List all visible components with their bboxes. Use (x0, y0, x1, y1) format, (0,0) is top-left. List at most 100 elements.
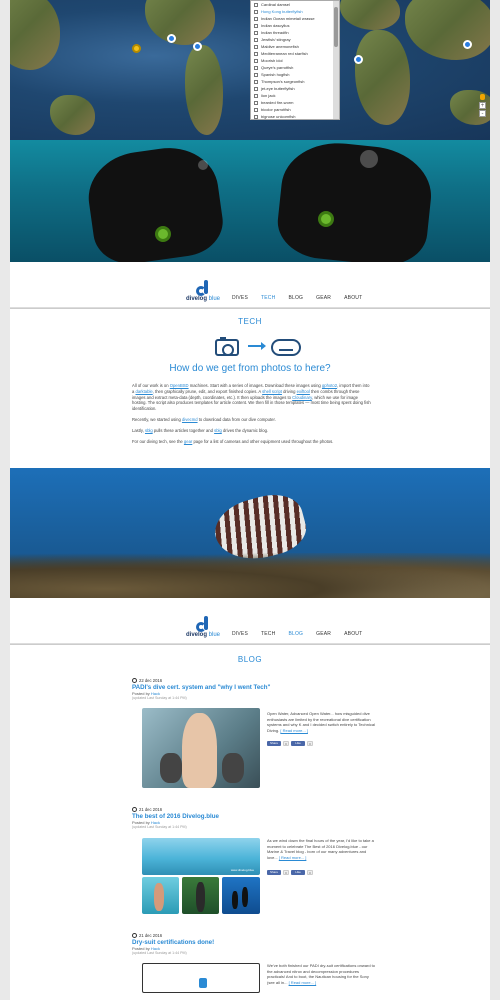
fb-share-button[interactable]: Share (267, 870, 281, 875)
checkbox[interactable] (254, 93, 258, 98)
post-thumb[interactable] (142, 877, 179, 914)
map-marker[interactable] (193, 42, 202, 51)
post-image[interactable] (142, 963, 260, 993)
fb-share-button[interactable]: Share (267, 741, 281, 746)
checkbox[interactable] (254, 100, 258, 105)
link-openbsd[interactable]: OpenBSD (170, 383, 189, 388)
checkbox[interactable] (254, 51, 258, 56)
checkbox[interactable] (254, 79, 258, 84)
link-exiftool[interactable]: exiftool (297, 389, 310, 394)
link-shell-script[interactable]: shell script (262, 389, 282, 394)
nav-gear[interactable]: GEAR (316, 295, 331, 301)
link-gphoto2[interactable]: gphoto2 (322, 383, 337, 388)
species-list-item[interactable]: Moorish idol (251, 57, 339, 64)
post-image-banner[interactable]: www.divelog.blue (142, 838, 260, 875)
nav-dives[interactable]: DIVES (232, 631, 248, 637)
post-title-link[interactable]: PADI's dive cert. system and "why I went… (132, 684, 372, 691)
species-list-item[interactable]: Hong Kong butterflyfish (251, 8, 339, 15)
hero-photo-lionfish (10, 468, 490, 598)
checkbox[interactable] (254, 23, 258, 28)
map-land-south-america (185, 45, 223, 135)
site-logo[interactable]: divelog blue (183, 280, 223, 302)
post-thumb[interactable] (222, 877, 260, 914)
nav-links: DIVES TECH BLOG GEAR ABOUT (232, 295, 375, 301)
map-marker[interactable] (463, 40, 472, 49)
nav-dives[interactable]: DIVES (232, 295, 248, 301)
nav-about[interactable]: ABOUT (344, 631, 362, 637)
species-label: lion jack (261, 93, 276, 98)
checkbox[interactable] (254, 65, 258, 70)
link-cloudinary[interactable]: Cloudinary (292, 395, 312, 400)
post-title-link[interactable]: The best of 2016 Divelog.blue (132, 813, 372, 820)
hero-photo-divers (10, 140, 490, 262)
species-list-item[interactable]: bicolor parrotfish (251, 106, 339, 113)
checkbox[interactable] (254, 2, 258, 7)
map-marker[interactable] (132, 44, 141, 53)
clock-icon (132, 807, 137, 812)
species-list-item[interactable]: bignose unicornfish (251, 113, 339, 119)
map-land-north-america (145, 0, 215, 45)
checkbox[interactable] (254, 30, 258, 35)
zoom-in-button[interactable]: + (479, 102, 486, 109)
species-label: Maldive anemonefish (261, 44, 299, 49)
site-logo[interactable]: divelog blue (183, 616, 223, 638)
blog-title: BLOG (237, 655, 263, 664)
species-list-item[interactable]: jet-eye butterflyfish (251, 85, 339, 92)
species-list-item[interactable]: Indian threadfin (251, 29, 339, 36)
post-thumb[interactable] (182, 877, 219, 914)
checkbox[interactable] (254, 107, 258, 112)
post-title-link[interactable]: Dry-suit certifications done! (132, 939, 372, 946)
nav-blog[interactable]: BLOG (288, 631, 303, 637)
nav-about[interactable]: ABOUT (344, 295, 362, 301)
fb-like-button[interactable]: Like (291, 870, 305, 875)
dive-map[interactable]: Cardinal damsel Hong Kong butterflyfish In… (10, 0, 490, 140)
map-marker[interactable] (167, 34, 176, 43)
species-list-item[interactable]: Cardinal damsel (251, 1, 339, 8)
checkbox[interactable] (254, 44, 258, 49)
species-list-item[interactable]: Spanish hogfish (251, 71, 339, 78)
diver-left (82, 141, 228, 262)
scrollbar[interactable] (333, 1, 339, 119)
map-marker[interactable] (354, 55, 363, 64)
person-figure (154, 883, 164, 911)
link-sblg-2[interactable]: sblg (214, 428, 222, 433)
link-divecmd[interactable]: divecmd (182, 417, 198, 422)
checkbox[interactable] (254, 58, 258, 63)
nav-blog[interactable]: BLOG (288, 295, 303, 301)
species-filter-panel[interactable]: Cardinal damsel Hong Kong butterflyfish In… (250, 0, 340, 120)
checkbox[interactable] (254, 16, 258, 21)
read-more-link[interactable]: [ Read more... ] (289, 980, 317, 985)
checkbox[interactable] (254, 114, 258, 119)
checkbox[interactable] (254, 9, 258, 14)
checkbox[interactable] (254, 72, 258, 77)
reef (10, 553, 490, 598)
species-list-item[interactable]: Indian dascyllus (251, 22, 339, 29)
species-list-item[interactable]: Mediterranean red starfish (251, 50, 339, 57)
species-list-item[interactable]: Thompson's surgeonfish (251, 78, 339, 85)
species-list-item[interactable]: bearded fire-worm (251, 99, 339, 106)
diver-figure (232, 891, 238, 909)
fb-like-button[interactable]: Like (291, 741, 305, 746)
link-sblg[interactable]: sblg (145, 428, 153, 433)
species-list-item[interactable]: Maldive anemonefish (251, 43, 339, 50)
diver-figure (242, 887, 248, 907)
species-list-item[interactable]: lion jack (251, 92, 339, 99)
nav-tech[interactable]: TECH (261, 295, 275, 301)
species-list-item[interactable]: Indian Ocean mimetail wrasse (251, 15, 339, 22)
read-more-link[interactable]: [ Read more... ] (280, 728, 308, 733)
post-image[interactable] (142, 708, 260, 788)
species-label: bearded fire-worm (261, 100, 294, 105)
nav-gear[interactable]: GEAR (316, 631, 331, 637)
blog-post: 21 dec 2016 The best of 2016 Divelog.blu… (132, 807, 372, 829)
post-updated: (updated Last Sunday at 1:44 PM) (132, 951, 187, 955)
zoom-out-button[interactable]: - (479, 110, 486, 117)
blog-section: BLOG 22 dec 2016 PADI's dive cert. syste… (10, 644, 490, 993)
read-more-link[interactable]: [ Read more... ] (279, 855, 307, 860)
street-view-icon[interactable] (480, 94, 485, 100)
link-darktable[interactable]: darktable (136, 389, 153, 394)
nav-tech[interactable]: TECH (261, 631, 275, 637)
checkbox[interactable] (254, 37, 258, 42)
checkbox[interactable] (254, 86, 258, 91)
species-list-item[interactable]: Queye's parrotfish (251, 64, 339, 71)
species-list-item[interactable]: Jewfish/ stingray (251, 36, 339, 43)
